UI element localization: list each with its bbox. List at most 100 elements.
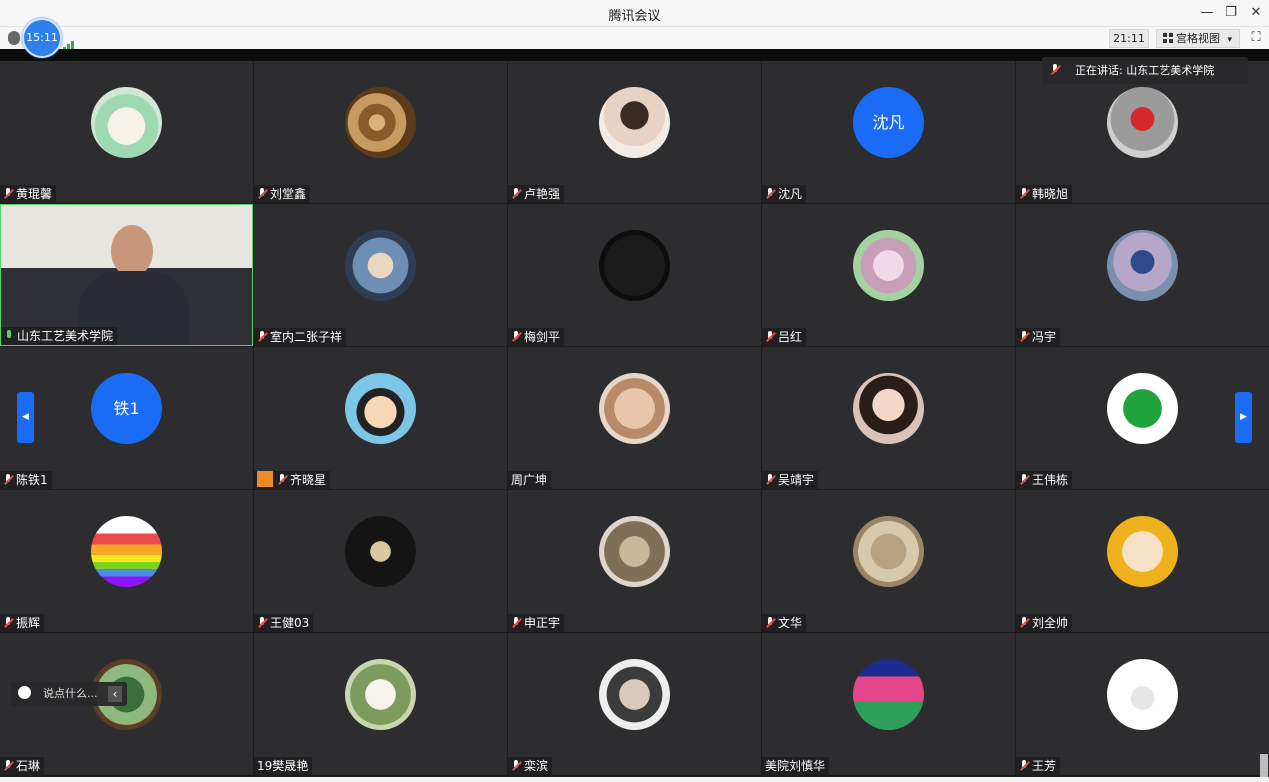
participant-grid: 黄琨馨 刘堂鑫 卢艳强 沈凡 沈凡 韩晓旭 山东工艺美术学院 室内二张子祥 梅剑平 吕红 冯宇 铁1 陈… (0, 61, 1269, 777)
mic-muted-icon (765, 617, 775, 629)
participant-tile[interactable]: 王伟栋 (1016, 347, 1269, 489)
participant-avatar (91, 516, 162, 587)
participant-tile[interactable]: 齐晓星 (254, 347, 507, 489)
participant-avatar (1107, 230, 1178, 301)
mic-muted-icon (511, 188, 521, 200)
participant-name: 吕红 (778, 330, 803, 344)
participant-tile[interactable]: 山东工艺美术学院 (0, 204, 253, 346)
participant-name: 石琳 (16, 759, 41, 773)
meeting-info-icon[interactable] (8, 31, 20, 45)
participant-tile[interactable]: 美院刘慎华 (762, 633, 1015, 775)
participant-name: 韩晓旭 (1032, 187, 1069, 201)
participant-tile[interactable]: 吴靖宇 (762, 347, 1015, 489)
chevron-down-icon: ▾ (1227, 35, 1233, 45)
participant-tile[interactable]: 卢艳强 (508, 61, 761, 203)
fullscreen-icon[interactable]: ⛶ (1248, 29, 1264, 46)
participant-name: 刘堂鑫 (270, 187, 307, 201)
participant-name: 周广坤 (511, 473, 548, 487)
participant-nametag: 沈凡 (762, 185, 807, 203)
participant-tile[interactable]: 刘全帅 (1016, 490, 1269, 632)
mic-muted-icon (257, 617, 267, 629)
mic-muted-icon (765, 474, 775, 486)
participant-nametag: 栾滨 (508, 757, 553, 775)
participant-avatar (599, 87, 670, 158)
emoji-icon[interactable] (18, 686, 31, 699)
participant-name: 齐晓星 (290, 473, 327, 487)
speaking-label: 正在讲话: 山东工艺美术学院 (1075, 64, 1215, 77)
participant-name: 梅剑平 (524, 330, 561, 344)
mic-muted-icon (1019, 617, 1029, 629)
mic-muted-icon (277, 474, 287, 486)
speaker-figure (111, 225, 153, 277)
mic-muted-icon (1019, 188, 1029, 200)
participant-avatar (1107, 659, 1178, 730)
restore-button[interactable]: ❐ (1220, 3, 1242, 23)
mic-muted-icon (511, 617, 521, 629)
bottom-control-bar (0, 777, 1269, 782)
participant-nametag: 王健03 (254, 614, 314, 632)
participant-avatar (345, 87, 416, 158)
chat-collapse-icon[interactable]: ‹ (108, 686, 122, 702)
meeting-duration-badge[interactable]: 15:11 (22, 18, 62, 58)
participant-nametag: 石琳 (0, 757, 45, 775)
scrollbar[interactable] (1260, 754, 1268, 777)
participant-name: 栾滨 (524, 759, 549, 773)
participant-name: 沈凡 (778, 187, 803, 201)
participant-nametag: 梅剑平 (508, 328, 565, 346)
participant-tile[interactable]: 周广坤 (508, 347, 761, 489)
next-page-button[interactable]: ▶ (1235, 392, 1252, 443)
participant-name: 王芳 (1032, 759, 1057, 773)
close-button[interactable]: ✕ (1245, 3, 1267, 23)
participant-nametag: 美院刘慎华 (762, 757, 830, 775)
participant-nametag: 吴靖宇 (762, 471, 819, 489)
participant-tile[interactable]: 铁1 陈铁1 (0, 347, 253, 489)
participant-name: 振辉 (16, 616, 41, 630)
participant-tile[interactable]: 栾滨 (508, 633, 761, 775)
participant-tile[interactable]: 室内二张子祥 (254, 204, 507, 346)
participant-tile[interactable]: 黄琨馨 (0, 61, 253, 203)
minimize-button[interactable]: — (1196, 3, 1218, 23)
mic-muted-icon (765, 188, 775, 200)
participant-nametag: 冯宇 (1016, 328, 1061, 346)
window-title: 腾讯会议 (608, 9, 661, 24)
participant-nametag: 王伟栋 (1016, 471, 1073, 489)
participant-tile[interactable]: 振辉 (0, 490, 253, 632)
participant-tile[interactable]: 梅剑平 (508, 204, 761, 346)
participant-nametag: 文华 (762, 614, 807, 632)
mic-muted-icon (1019, 474, 1029, 486)
participant-avatar (345, 659, 416, 730)
participant-avatar (1107, 516, 1178, 587)
participant-tile[interactable]: 王健03 (254, 490, 507, 632)
mic-muted-icon (1019, 760, 1029, 772)
participant-tile[interactable]: 王芳 (1016, 633, 1269, 775)
participant-avatar (853, 230, 924, 301)
mic-muted-icon (257, 331, 267, 343)
participant-nametag: 刘全帅 (1016, 614, 1073, 632)
participant-nametag: 申正宇 (508, 614, 565, 632)
participant-tile[interactable]: 文华 (762, 490, 1015, 632)
participant-avatar: 沈凡 (853, 87, 924, 158)
chat-input-bubble[interactable]: 说点什么... ‹ (11, 682, 127, 706)
participant-tile[interactable]: 冯宇 (1016, 204, 1269, 346)
participant-name: 19樊晟艳 (257, 759, 309, 773)
participant-avatar (853, 659, 924, 730)
mic-muted-icon (1019, 331, 1029, 343)
participant-name: 卢艳强 (524, 187, 561, 201)
participant-avatar (91, 87, 162, 158)
participant-tile[interactable]: 刘堂鑫 (254, 61, 507, 203)
prev-page-button[interactable]: ◀ (17, 392, 34, 443)
participant-tile[interactable]: 吕红 (762, 204, 1015, 346)
mic-muted-icon (511, 760, 521, 772)
participant-name: 王健03 (270, 616, 310, 630)
meeting-toolbar: 21:11 宫格视图 ▾ ⛶ (0, 27, 1269, 51)
participant-nametag: 齐晓星 (254, 471, 331, 489)
participant-tile[interactable]: 沈凡 沈凡 (762, 61, 1015, 203)
participant-tile[interactable]: 申正宇 (508, 490, 761, 632)
mic-muted-icon (765, 331, 775, 343)
mic-muted-icon (3, 188, 13, 200)
mic-muted-icon (511, 331, 521, 343)
participant-tile[interactable]: 19樊晟艳 (254, 633, 507, 775)
person-icon (257, 471, 273, 487)
view-mode-button[interactable]: 宫格视图 ▾ (1156, 29, 1240, 48)
speaking-indicator: 正在讲话: 山东工艺美术学院 (1042, 57, 1248, 84)
